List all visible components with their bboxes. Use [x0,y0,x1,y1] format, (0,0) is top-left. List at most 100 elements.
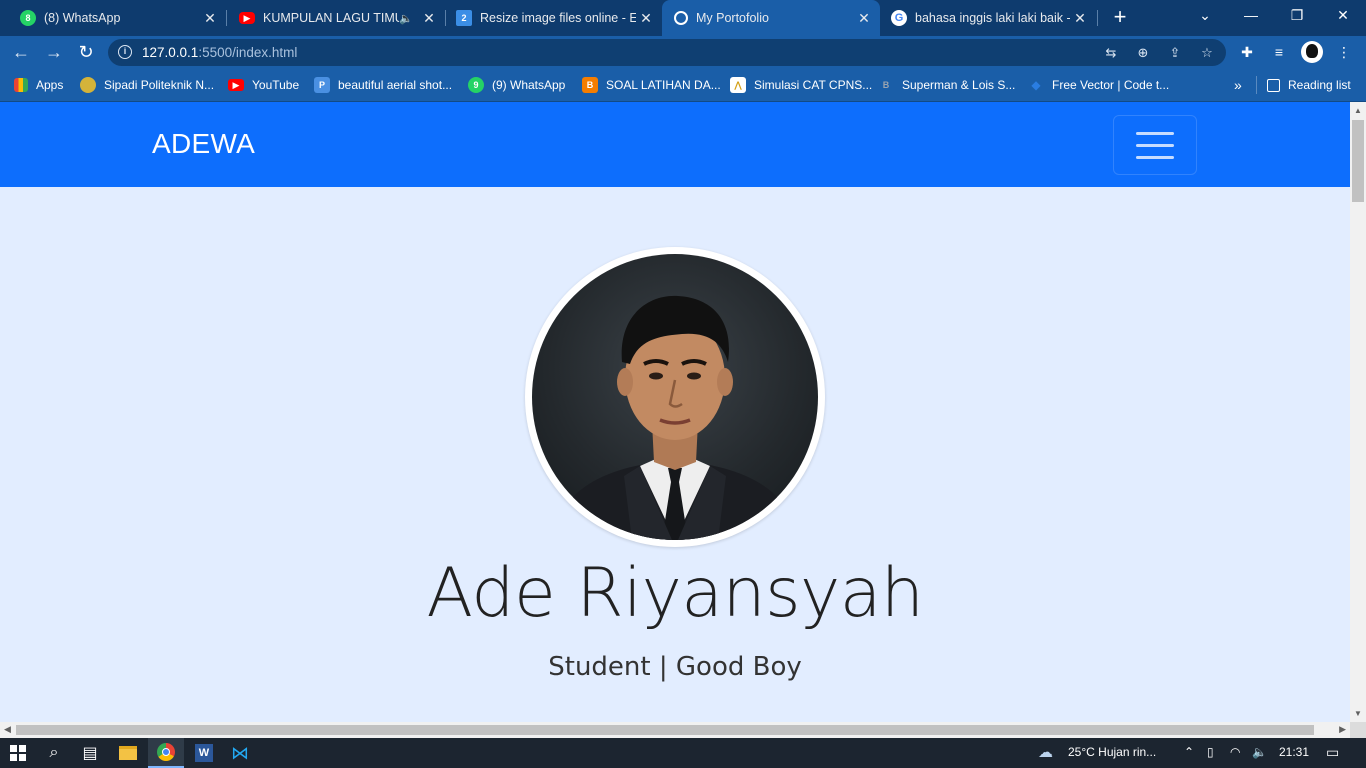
google-icon: G [891,10,907,26]
weather-text[interactable]: 25°C Hujan rin... [1068,745,1156,759]
tab-badge: 8 [25,13,31,23]
tab-my-portofolio[interactable]: My Portofolio ✕ [662,0,880,36]
navbar-brand[interactable]: ADEWA [152,128,255,160]
bookmark-free-vector[interactable]: ◆ Free Vector | Code t... [1028,76,1169,94]
profile-photo [532,254,818,540]
tab-title: My Portofolio [696,11,769,25]
horizontal-scrollbar[interactable]: ◀ ▶ [0,722,1350,738]
tab-badge: 2 [461,13,467,23]
file-explorer-icon[interactable] [110,738,146,768]
globe-icon [674,11,688,25]
chrome-icon[interactable] [148,738,184,768]
menu-kebab-icon[interactable]: ⋮ [1334,42,1354,62]
show-hidden-icons-chevron-icon[interactable]: ⌃ [1184,745,1194,759]
url-text[interactable]: 127.0.0.1:5500/index.html [142,45,297,60]
polytechnic-icon [80,77,96,93]
close-tab-icon[interactable]: ✕ [854,10,874,27]
vertical-scrollbar[interactable]: ▲ ▼ [1350,102,1366,722]
zoom-icon[interactable]: ⊕ [1134,44,1152,62]
extensions-icon[interactable]: ✚ [1237,42,1257,62]
close-tab-icon[interactable]: ✕ [200,10,220,27]
bookmark-whatsapp[interactable]: 9 (9) WhatsApp [468,76,565,94]
close-tab-icon[interactable]: ✕ [636,10,656,27]
bookmark-youtube[interactable]: ▶ YouTube [228,76,299,94]
bookmark-pexels[interactable]: P beautiful aerial shot... [314,76,452,94]
search-icon[interactable]: ⌕ [36,738,72,768]
close-window-button[interactable]: ✕ [1320,0,1366,30]
profile-avatar-icon[interactable] [1301,41,1323,63]
bookmark-sipadi[interactable]: Sipadi Politeknik N... [80,76,214,94]
translate-icon[interactable]: ⇆ [1102,44,1120,62]
tab-google-search[interactable]: G bahasa inggis laki laki baik - ✕ [881,0,1096,36]
volume-icon[interactable]: 🔈 [1252,745,1267,759]
tab-title: (8) WhatsApp [44,11,121,25]
address-bar[interactable]: i 127.0.0.1:5500/index.html ⇆ ⊕ ⇪ ☆ [108,39,1226,66]
url-path: :5500/index.html [198,45,298,60]
media-control-icon[interactable]: ≡ [1269,42,1289,62]
back-button[interactable]: ← [9,40,33,64]
cat-cpns-icon: ⋀ [730,77,746,93]
tab-search-icon[interactable]: ⌄ [1182,0,1228,30]
whatsapp-icon: 8 [20,10,36,26]
tab-youtube-music[interactable]: ▶ KUMPULAN LAGU TIMUR 🔈 ✕ [227,0,445,36]
youtube-icon: ▶ [228,79,244,91]
bookmark-apps[interactable]: Apps [14,76,63,94]
bookmark-label: Apps [36,78,64,92]
vscode-icon[interactable]: ⋈ [222,738,258,768]
whatsapp-icon: 9 [468,77,484,93]
tab-separator [1097,10,1098,26]
scroll-right-arrow-icon[interactable]: ▶ [1339,724,1346,735]
page-viewport: ADEWA Ade Riyansyah Student | Good Boy [0,102,1350,722]
navbar-toggler-button[interactable] [1113,115,1197,175]
scroll-left-arrow-icon[interactable]: ◀ [4,724,11,735]
notification-icon[interactable]: ▭ [1326,744,1339,761]
minimize-button[interactable]: — [1228,0,1274,30]
bookmark-label: Simulasi CAT CPNS... [754,78,873,92]
device-icon[interactable]: ▯ [1207,745,1214,759]
apps-grid-icon [14,78,28,92]
bookmark-label: SOAL LATIHAN DA... [606,78,721,92]
browser-toolbar: ← → ↻ i 127.0.0.1:5500/index.html ⇆ ⊕ ⇪ … [0,36,1366,68]
bookmark-label: Free Vector | Code t... [1052,78,1170,92]
tab-whatsapp[interactable]: 8 (8) WhatsApp ✕ [0,0,226,36]
wifi-icon[interactable]: ◠ [1230,745,1240,759]
youtube-icon: ▶ [239,12,255,24]
bookmark-soal-latihan[interactable]: B SOAL LATIHAN DA... [582,76,721,94]
bookmark-label: YouTube [252,78,300,92]
url-host: 127.0.0.1 [142,45,199,60]
pexels-icon: P [314,77,330,93]
tab-title: KUMPULAN LAGU TIMUR [263,11,400,25]
site-info-icon[interactable]: i [118,45,132,59]
start-windows-icon[interactable] [0,738,36,768]
tab-strip: 8 (8) WhatsApp ✕ ▶ KUMPULAN LAGU TIMUR 🔈… [0,0,1366,36]
scroll-down-arrow-icon[interactable]: ▼ [1354,709,1362,718]
share-icon[interactable]: ⇪ [1166,44,1184,62]
close-tab-icon[interactable]: ✕ [419,10,439,27]
windows-taskbar: ⌕ ▤ W ⋈ ☁ 25°C Hujan rin... ⌃ ▯ ◠ 🔈 21:3… [0,738,1366,768]
hamburger-line-icon [1136,132,1174,135]
clock-time[interactable]: 21:31 [1279,745,1309,759]
speaker-icon[interactable]: 🔈 [399,12,413,25]
bookmark-label: Superman & Lois S... [902,78,1016,92]
word-icon[interactable]: W [186,738,222,768]
tab-resize-image[interactable]: 2 Resize image files online - Ed ✕ [446,0,662,36]
forward-button[interactable]: → [42,40,66,64]
bookmark-label: (9) WhatsApp [492,78,566,92]
horizontal-scroll-thumb[interactable] [16,725,1314,735]
more-bookmarks-chevron-icon[interactable]: » [1234,76,1242,94]
close-tab-icon[interactable]: ✕ [1070,10,1090,27]
weather-icon[interactable]: ☁ [1038,743,1053,761]
reading-list-button[interactable]: Reading list [1256,76,1351,94]
blogger-icon: B [582,77,598,93]
bookmark-label: Sipadi Politeknik N... [104,78,215,92]
bookmark-star-icon[interactable]: ☆ [1198,44,1216,62]
reload-button[interactable]: ↻ [74,40,98,64]
restore-button[interactable]: ❐ [1274,0,1320,30]
bookmark-superman[interactable]: B Superman & Lois S... [878,76,1016,94]
tab-title: bahasa inggis laki laki baik - [915,11,1070,25]
task-view-icon[interactable]: ▤ [72,738,108,768]
vertical-scroll-thumb[interactable] [1352,120,1364,202]
scroll-up-arrow-icon[interactable]: ▲ [1354,106,1362,115]
bookmark-simulasi-cat[interactable]: ⋀ Simulasi CAT CPNS... [730,76,872,94]
new-tab-button[interactable]: + [1108,6,1132,30]
